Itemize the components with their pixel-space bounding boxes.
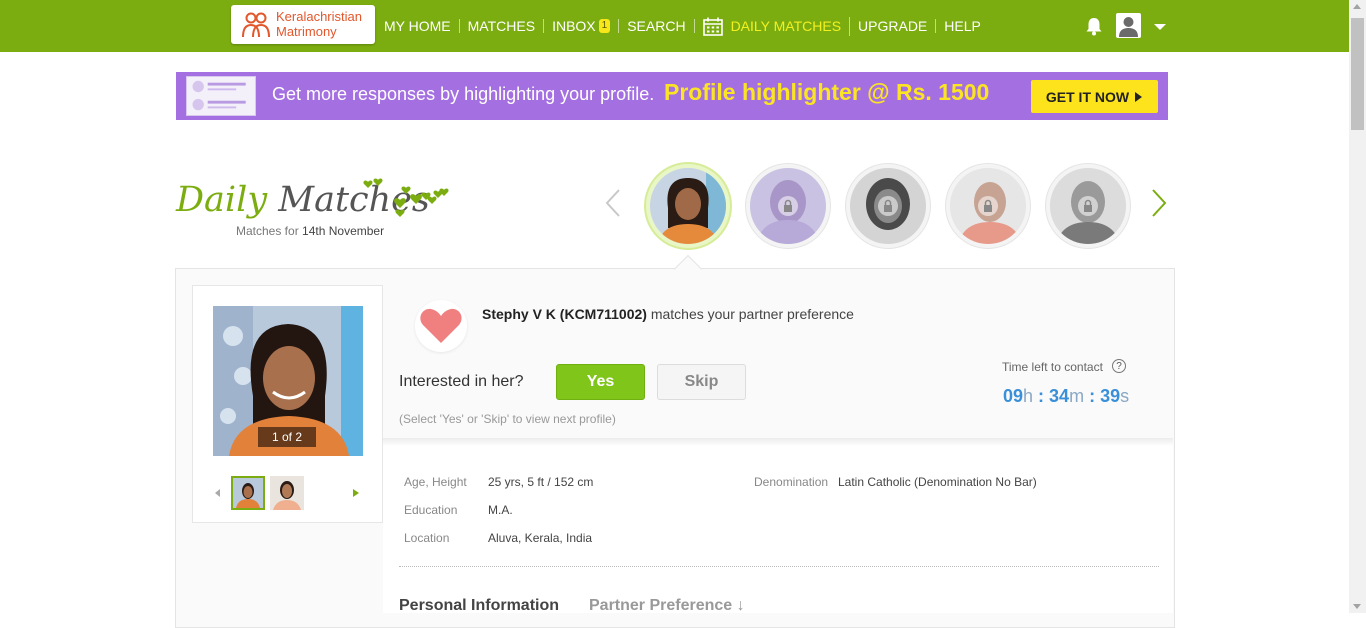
lock-icon [878, 196, 898, 216]
age-height-value: 25 yrs, 5 ft / 152 cm [488, 475, 594, 489]
help-question-icon[interactable]: ? [1112, 359, 1126, 373]
site-logo[interactable]: Keralachristian Matrimony [231, 5, 375, 44]
promo-banner[interactable]: Get more responses by highlighting your … [176, 72, 1168, 120]
nav-help-label: HELP [944, 18, 981, 34]
education-value: M.A. [488, 503, 513, 517]
match-thumb-4-locked[interactable] [946, 164, 1030, 248]
details-divider [383, 438, 1173, 446]
inbox-count-badge: 1 [598, 19, 611, 33]
lock-icon [1078, 196, 1098, 216]
scroll-down-arrow-icon[interactable] [1353, 604, 1361, 609]
match-thumb-2-locked[interactable] [746, 164, 830, 248]
nav-upgrade[interactable]: UPGRADE [850, 18, 937, 34]
match-thumb-3-locked[interactable] [846, 164, 930, 248]
tab-personal-information[interactable]: Personal Information [399, 597, 559, 615]
heart-shape-icon [420, 308, 462, 343]
banner-text: Get more responses by highlighting your … [272, 84, 655, 104]
location-value: Aluva, Kerala, India [488, 531, 593, 545]
nav-matches[interactable]: MATCHES [460, 18, 545, 34]
lock-icon [778, 196, 798, 216]
photo-next-arrow-icon[interactable] [353, 489, 359, 497]
timer-seconds: 39 [1100, 386, 1121, 406]
user-silhouette-icon [1119, 17, 1138, 37]
age-height-label: Age, Height [404, 475, 467, 489]
timer-hours: 09 [1003, 386, 1024, 406]
denomination-value: Latin Catholic (Denomination No Bar) [838, 475, 1037, 489]
user-avatar-icon[interactable] [1116, 13, 1141, 38]
nav-matches-label: MATCHES [467, 18, 536, 34]
nav-search-label: SEARCH [627, 18, 686, 34]
nav-my-home-label: MY HOME [384, 18, 451, 34]
nav-daily-matches[interactable]: DAILY MATCHES [695, 16, 851, 36]
nav-my-home[interactable]: MY HOME [376, 19, 460, 33]
nav-daily-matches-label: DAILY MATCHES [730, 18, 842, 34]
dotted-divider [399, 566, 1159, 567]
carousel-next-arrow-icon[interactable] [1151, 189, 1167, 217]
nav-inbox[interactable]: INBOX 1 [544, 18, 620, 34]
photo-thumb-1-image [233, 478, 263, 508]
account-dropdown-caret-icon[interactable] [1154, 24, 1166, 30]
photo-count: 1 of 2 [258, 427, 316, 447]
match-statement: Stephy V K (KCM711002) matches your part… [482, 306, 854, 322]
location-label: Location [404, 531, 450, 545]
time-left-label: Time left to contact [1002, 360, 1103, 374]
interest-question: Interested in her? [399, 373, 524, 390]
main-nav: MY HOME MATCHES INBOX 1 SEARCH DAILY MATC… [376, 0, 989, 52]
match-text: matches your partner preference [650, 306, 854, 322]
get-it-now-label: GET IT NOW [1045, 88, 1130, 105]
heart-icon [415, 300, 467, 352]
photo-thumb-2[interactable] [270, 476, 304, 510]
profile-name-id[interactable]: Stephy V K (KCM711002) [482, 306, 647, 322]
hearts-decoration-icon [363, 178, 449, 217]
matches-date: 14th November [302, 224, 385, 238]
timer-minutes: 34 [1049, 386, 1070, 406]
match-thumb-1-active[interactable] [646, 164, 730, 248]
nav-upgrade-label: UPGRADE [858, 18, 928, 34]
education-label: Education [404, 503, 458, 517]
play-arrow-icon [1135, 91, 1143, 102]
matches-date-subtitle: Matches for 14th November [236, 224, 384, 238]
calendar-icon [702, 17, 723, 36]
tab-partner-preference[interactable]: Partner Preference ↓ [589, 597, 745, 615]
photo-thumb-2-image [270, 476, 304, 510]
lock-icon [978, 196, 998, 216]
logo-line2: Matrimony [276, 24, 337, 39]
get-it-now-button[interactable]: GET IT NOW [1031, 80, 1158, 113]
matches-for-label: Matches for [236, 224, 299, 238]
nav-help[interactable]: HELP [936, 19, 989, 33]
logo-icon [242, 12, 270, 38]
nav-inbox-label: INBOX [552, 18, 596, 34]
profile-card-illustration-icon [186, 76, 256, 116]
profile-details [383, 443, 1173, 613]
countdown-timer: 09h : 34m : 39s [1003, 386, 1130, 406]
match-thumb-5-locked[interactable] [1046, 164, 1130, 248]
scrollbar-thumb[interactable] [1351, 18, 1364, 130]
title-daily: Daily [176, 180, 268, 220]
selection-hint: (Select 'Yes' or 'Skip' to view next pro… [399, 412, 616, 426]
photo-thumb-1[interactable] [231, 476, 265, 510]
photo-prev-arrow-icon[interactable] [215, 489, 220, 497]
carousel-prev-arrow-icon[interactable] [605, 189, 621, 217]
logo-line1: Keralachristian [276, 9, 362, 24]
skip-button[interactable]: Skip [657, 364, 746, 400]
scroll-up-arrow-icon[interactable] [1353, 4, 1361, 9]
bell-icon[interactable] [1085, 17, 1103, 36]
banner-highlight: Profile highlighter @ Rs. 1500 [664, 79, 990, 105]
yes-button[interactable]: Yes [556, 364, 645, 400]
nav-search[interactable]: SEARCH [619, 18, 695, 34]
match-photo-1 [650, 168, 726, 244]
denomination-label: Denomination [754, 475, 829, 489]
